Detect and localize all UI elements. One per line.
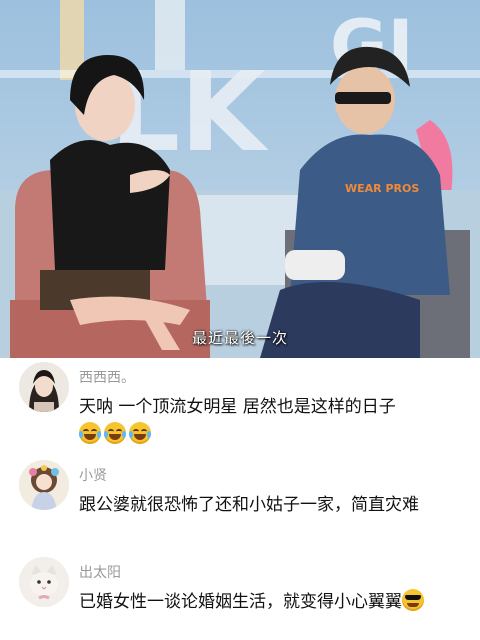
comment-text-body: 天呐 一个顶流女明星 居然也是这样的日子 <box>79 397 396 417</box>
comment-text: 跟公婆就很恐怖了还和小姑子一家，简直灾难 <box>79 495 419 515</box>
comment-list: 西西西。 天呐 一个顶流女明星 居然也是这样的日子 小贤 跟公婆就很恐怖了还和小… <box>0 358 480 640</box>
comment-username[interactable]: 小贤 <box>79 465 107 485</box>
comment-username[interactable]: 出太阳 <box>79 562 121 582</box>
crying-laughing-emoji-icon <box>104 422 126 444</box>
jacket-print: WEAR PROS <box>345 182 419 195</box>
avatar[interactable] <box>19 362 69 412</box>
avatar[interactable] <box>19 460 69 510</box>
comment-text: 天呐 一个顶流女明星 居然也是这样的日子 <box>79 393 464 449</box>
video-subtitle: 最近最後一次 <box>191 329 288 347</box>
comment-text-body: 已婚女性一谈论婚姻生活，就变得小心翼翼 <box>79 592 402 612</box>
comment-text: 已婚女性一谈论婚姻生活，就变得小心翼翼 <box>79 588 464 616</box>
video-scene: LK GI WEAR PROS <box>0 0 480 358</box>
video-frame[interactable]: LK GI WEAR PROS 最近最後一次 <box>0 0 480 358</box>
crying-laughing-emoji-icon <box>79 422 101 444</box>
avatar[interactable] <box>19 557 69 607</box>
sunglasses-emoji-icon <box>402 589 424 611</box>
comment-username[interactable]: 西西西。 <box>79 367 135 387</box>
crying-laughing-emoji-icon <box>129 422 151 444</box>
